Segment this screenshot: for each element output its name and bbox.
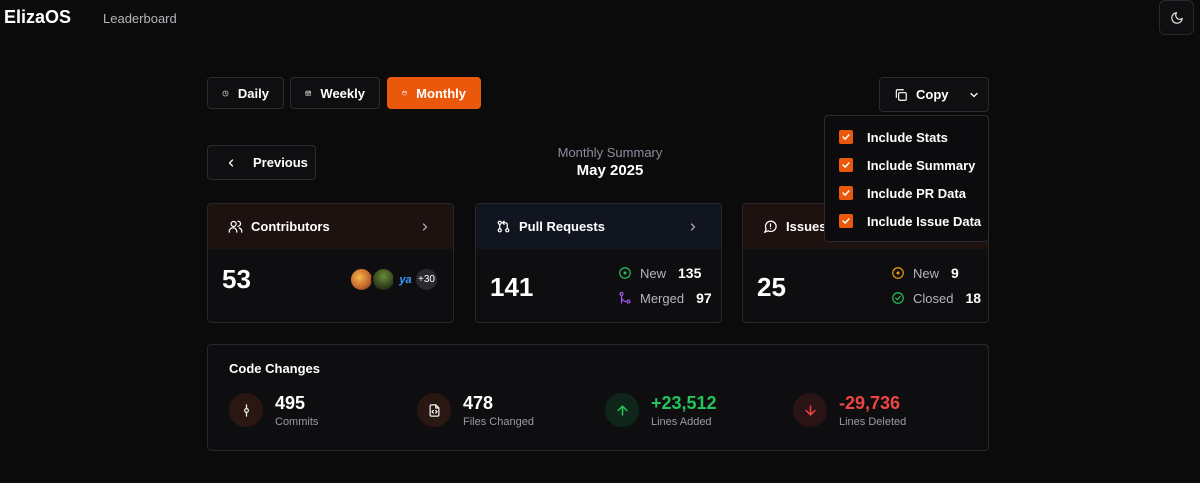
check-icon <box>842 218 850 224</box>
contributors-card[interactable]: Contributors 53 ya +30 <box>207 203 454 323</box>
copy-options-menu: Include Stats Include Summary Include PR… <box>824 115 989 242</box>
contributors-header[interactable]: Contributors <box>208 204 453 249</box>
pr-new-label: New <box>640 265 667 281</box>
weekly-button[interactable]: Weekly <box>290 77 380 109</box>
issues-new-stat: New 9 <box>891 265 959 281</box>
clock-icon <box>222 90 229 96</box>
lines-added-label: Lines Added <box>651 416 712 428</box>
summary-period: May 2025 <box>576 162 644 179</box>
chevron-left-icon <box>228 158 234 167</box>
include-stats-option[interactable]: Include Stats <box>825 123 988 151</box>
chevron-right-icon <box>690 222 696 231</box>
pull-requests-card[interactable]: Pull Requests 141 New 135 Merged 97 <box>475 203 722 323</box>
copy-options-toggle[interactable] <box>960 77 989 112</box>
summary-label: Monthly Summary <box>557 145 663 160</box>
more-contributors-badge[interactable]: +30 <box>414 267 439 292</box>
include-summary-option[interactable]: Include Summary <box>825 151 988 179</box>
check-icon <box>842 162 850 168</box>
contributors-count: 53 <box>222 264 251 294</box>
brand-logo[interactable]: ElizaOS <box>4 7 71 28</box>
include-stats-label: Include Stats <box>867 129 948 145</box>
git-merge-icon <box>619 291 631 304</box>
files-changed-value: 478 <box>463 393 494 413</box>
pr-new-stat: New 135 <box>618 265 701 281</box>
copy-button[interactable]: Copy <box>879 77 961 112</box>
nav-leaderboard[interactable]: Leaderboard <box>103 11 177 26</box>
checkbox[interactable] <box>839 214 853 228</box>
arrow-down-icon <box>793 393 827 427</box>
pr-merged-count: 97 <box>696 290 712 306</box>
file-code-icon <box>417 393 451 427</box>
pr-merged-label: Merged <box>640 290 685 306</box>
include-pr-data-label: Include PR Data <box>867 185 966 201</box>
code-changes-title: Code Changes <box>229 361 321 376</box>
previous-button[interactable]: Previous <box>207 145 316 180</box>
theme-toggle-button[interactable] <box>1159 0 1194 35</box>
check-icon <box>842 134 850 140</box>
include-summary-label: Include Summary <box>867 157 976 173</box>
monthly-label: Monthly <box>416 85 466 101</box>
weekly-label: Weekly <box>320 85 365 101</box>
chevron-right-icon <box>422 222 428 231</box>
previous-label: Previous <box>253 155 308 170</box>
check-icon <box>842 190 850 196</box>
calendar-icon <box>305 90 311 96</box>
pull-requests-count: 141 <box>490 272 534 302</box>
circle-dot-icon <box>619 267 631 279</box>
pr-merged-stat: Merged 97 <box>618 290 712 306</box>
checkbox[interactable] <box>839 186 853 200</box>
issues-closed-stat: Closed 18 <box>891 290 981 306</box>
daily-label: Daily <box>237 85 269 101</box>
arrow-up-icon <box>605 393 639 427</box>
lines-deleted-value: -29,736 <box>839 393 901 413</box>
calendar-icon <box>402 90 407 96</box>
moon-icon <box>1170 11 1183 24</box>
copy-icon <box>895 88 907 101</box>
include-pr-data-option[interactable]: Include PR Data <box>825 179 988 207</box>
commits-label: Commits <box>275 416 319 428</box>
files-changed-label: Files Changed <box>463 416 534 428</box>
lines-deleted-label: Lines Deleted <box>839 416 907 428</box>
code-changes-panel: Code Changes 495 Commits 478 Files Chang… <box>207 344 989 451</box>
daily-button[interactable]: Daily <box>207 77 284 109</box>
pull-requests-title: Pull Requests <box>519 219 605 234</box>
checkbox[interactable] <box>839 130 853 144</box>
message-circle-icon <box>763 220 777 234</box>
issues-count: 25 <box>757 272 786 302</box>
checkbox[interactable] <box>839 158 853 172</box>
include-issue-data-label: Include Issue Data <box>867 213 982 229</box>
lines-added-value: +23,512 <box>651 393 717 413</box>
copy-label: Copy <box>916 87 949 102</box>
git-pull-request-icon <box>497 220 510 233</box>
monthly-button[interactable]: Monthly <box>387 77 481 109</box>
contributors-title: Contributors <box>251 219 330 234</box>
commit-icon <box>229 393 263 427</box>
issues-closed-label: Closed <box>913 290 954 306</box>
issues-new-count: 9 <box>951 265 959 281</box>
pr-new-count: 135 <box>678 265 702 281</box>
circle-dot-icon <box>892 267 904 279</box>
check-circle-icon <box>892 292 904 304</box>
users-icon <box>228 220 243 233</box>
commits-value: 495 <box>275 393 306 413</box>
issues-closed-count: 18 <box>965 290 982 306</box>
pull-requests-header[interactable]: Pull Requests <box>476 204 721 249</box>
chevron-down-icon <box>970 92 978 97</box>
include-issue-data-option[interactable]: Include Issue Data <box>825 207 988 235</box>
issues-new-label: New <box>913 265 940 281</box>
